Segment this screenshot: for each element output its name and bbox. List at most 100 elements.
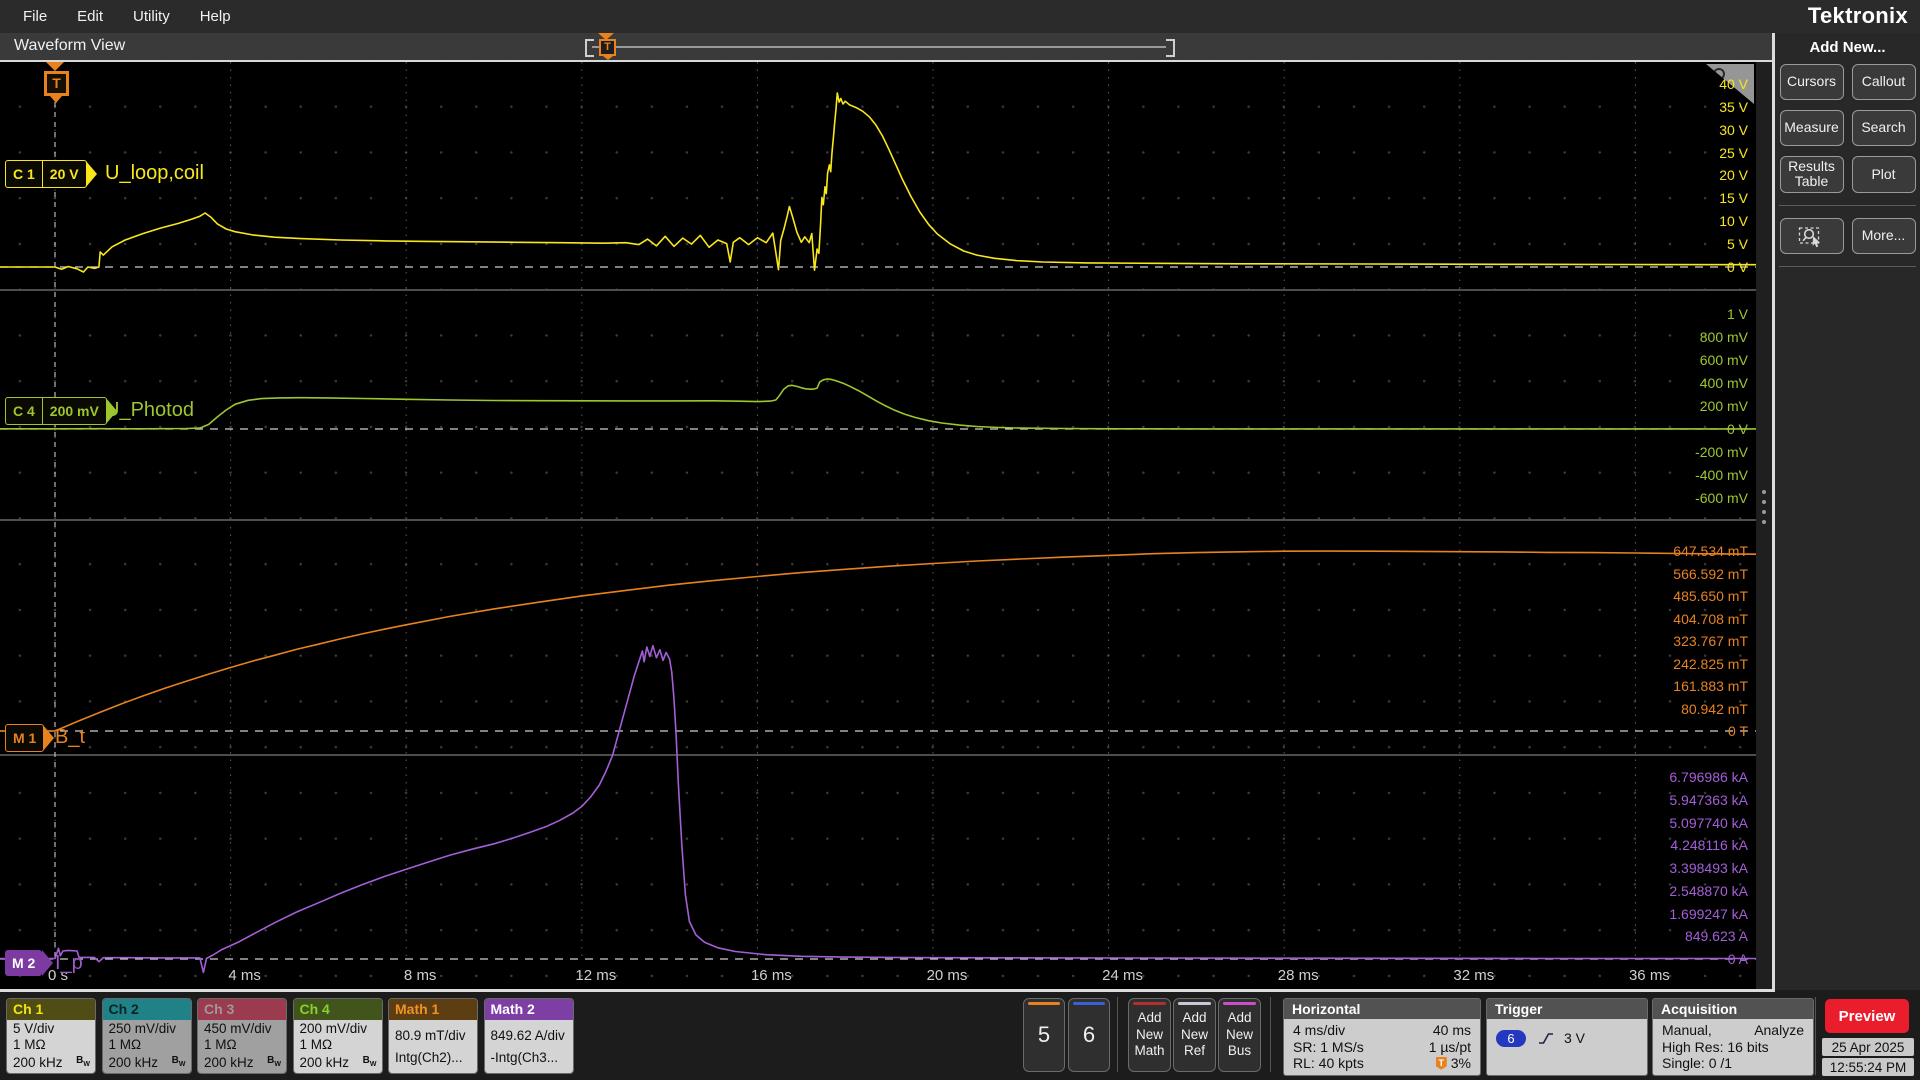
add-new-cursors-button[interactable]: Cursors [1779, 64, 1844, 100]
axis-tick-label: 2.548870 kA [1669, 882, 1748, 899]
channel-flag-id: C 4 [6, 398, 43, 424]
channel-badge-body: 250 mV/div 1 MΩ 200 kHz BW [102, 1020, 191, 1073]
channel-badge-math1[interactable]: Math 1 80.9 mT/div Intg(Ch2)... [388, 998, 478, 1074]
add-new-ref-button[interactable]: Add New Ref [1173, 998, 1216, 1072]
axis-tick-label: 849.623 A [1684, 928, 1748, 945]
axis-tick-label: -600 mV [1695, 490, 1748, 506]
axis-tick-label: 25 V [1719, 144, 1748, 161]
trace-name-label[interactable]: U_Photod [105, 399, 194, 422]
plot-sidebar-splitter[interactable] [1756, 62, 1772, 990]
trace-u-photod [0, 378, 1756, 430]
scope-button-6[interactable]: 6 [1068, 998, 1110, 1072]
scope-button-5[interactable]: 5 [1023, 998, 1065, 1072]
record-overview-right-bracket [1166, 39, 1175, 57]
trigger-flag-icon[interactable]: T [44, 71, 69, 96]
channel-badge-math2[interactable]: Math 2 849.62 A/div -Intg(Ch3... [483, 998, 574, 1074]
axis-tick-label: 242.825 mT [1673, 655, 1748, 672]
axis-tick-label: 3.398493 kA [1669, 860, 1748, 876]
channel-badge-row: 200 kHz [108, 1055, 159, 1070]
axis-tick-label: 1.699247 kA [1669, 905, 1748, 922]
bottombar-separator [1270, 997, 1271, 1072]
axis-tick-label: 0 T [1728, 723, 1748, 739]
channel-badge-row: 200 kHz [204, 1055, 254, 1070]
horizontal-resolution: 1 µs/pt [1428, 1038, 1471, 1055]
axis-tick-label: 30 V [1719, 121, 1748, 138]
add-new-results-table-button[interactable]: Results Table [1779, 156, 1844, 193]
trace-name-label[interactable]: U_loop,coil [105, 162, 204, 185]
axis-tick-label: 404.708 mT [1673, 610, 1748, 627]
bottombar-separator [1117, 997, 1118, 1072]
add-new-math-button[interactable]: Add New Math [1128, 998, 1171, 1072]
channel-badge-title: Math 2 [484, 999, 573, 1020]
add-new-search-button[interactable]: Search [1851, 110, 1916, 146]
channel-badge-row: -Intg(Ch3... [490, 1050, 559, 1066]
add-button-label: Add New Ref [1180, 1009, 1208, 1059]
button-color-stripe [1223, 1002, 1256, 1005]
acquisition-panel[interactable]: Acquisition Manual, Analyze High Res: 16 … [1652, 998, 1814, 1076]
axis-tick-label: 566.592 mT [1673, 565, 1748, 582]
add-new-measure-button[interactable]: Measure [1779, 110, 1844, 146]
record-overview-left-bracket [585, 39, 594, 57]
channel-badge-row: 1 MΩ [13, 1037, 46, 1052]
waveform-view-title: Waveform View [14, 37, 126, 54]
horizontal-panel-title: Horizontal [1284, 999, 1480, 1019]
waveform-traces-svg [0, 62, 1756, 974]
trace-name-label[interactable]: B_t [55, 726, 85, 749]
axis-tick-label: 10 V [1719, 213, 1748, 230]
horizontal-panel[interactable]: Horizontal 4 ms/div 40 ms SR: 1 MS/s 1 µs/… [1283, 998, 1481, 1076]
tektronix-logo: Tektronix [1807, 3, 1908, 28]
menu-bar: File Edit Utility Help Tektronix [0, 0, 1920, 33]
channel-badge-body: 200 mV/div 1 MΩ 200 kHz BW [293, 1020, 382, 1073]
channel-badge-body: 80.9 mT/div Intg(Ch2)... [389, 1020, 477, 1073]
channel-badge-body: 849.62 A/div -Intg(Ch3... [484, 1020, 573, 1073]
acquisition-panel-title: Acquisition [1653, 999, 1813, 1019]
preview-button[interactable]: Preview [1825, 999, 1909, 1033]
tekscope-app: File Edit Utility Help Tektronix Waveform V… [0, 0, 1920, 1080]
menu-item-file[interactable]: File [8, 8, 62, 25]
channel-badge-ch3[interactable]: Ch 3 450 mV/div 1 MΩ 200 kHz BW [197, 998, 287, 1074]
axis-tick-label: 600 mV [1699, 352, 1748, 368]
add-new-callout-button[interactable]: Callout [1851, 64, 1916, 100]
horizontal-panel-body: 4 ms/div 40 ms SR: 1 MS/s 1 µs/pt RL: 40 k… [1284, 1019, 1480, 1075]
channel-badge-ch1[interactable]: Ch 15 V/div 1 MΩ 200 kHz BW [6, 998, 96, 1074]
menu-item-utility[interactable]: Utility [118, 8, 185, 25]
bandwidth-limit-icon: BW [267, 1055, 281, 1068]
axis-tick-label: 80.942 mT [1681, 700, 1748, 717]
channel-badge-ch2[interactable]: Ch 2 250 mV/div 1 MΩ 200 kHz BW [101, 998, 192, 1074]
bottom-bar: Ch 15 V/div 1 MΩ 200 kHz BW Ch 2 250 mV/div 1 … [0, 992, 1920, 1080]
axis-tick-label: 6.796986 kA [1669, 769, 1748, 785]
axis-tick-label: -200 mV [1695, 444, 1748, 460]
horizontal-record-length: RL: 40 kpts [1293, 1055, 1364, 1072]
channel-badge-ch4[interactable]: Ch 4 200 mV/div 1 MΩ 200 kHz BW [292, 998, 383, 1074]
channel-badge-row: 5 V/div [13, 1021, 55, 1036]
time-axis-label: 8 ms [403, 967, 437, 984]
splitter-grip-dot [1762, 490, 1766, 494]
menu-items: File Edit Utility Help [8, 0, 246, 33]
more-button[interactable]: More... [1851, 217, 1916, 254]
horizontal-window: 40 ms [1432, 1021, 1471, 1038]
channel-flag-m2[interactable]: M 2 [5, 950, 54, 976]
rising-edge-icon [1539, 1032, 1553, 1044]
add-button-label: Add New Math [1134, 1009, 1165, 1059]
menu-item-help[interactable]: Help [185, 8, 246, 25]
time-axis-label: 24 ms [1102, 967, 1144, 984]
channel-flag-m1[interactable]: M 1 [5, 724, 55, 752]
channel-flag-c1[interactable]: C 1 20 V [5, 160, 97, 188]
trigger-panel[interactable]: Trigger 6 3 V [1486, 998, 1648, 1076]
button-color-stripe [1028, 1002, 1060, 1005]
trigger-position-marker-stem [603, 56, 613, 60]
time-axis-label: 28 ms [1277, 967, 1319, 984]
add-new-bus-button[interactable]: Add New Bus [1218, 998, 1261, 1072]
menu-item-edit[interactable]: Edit [62, 8, 118, 25]
channel-flag-c4[interactable]: C 4 200 mV [5, 397, 117, 425]
waveform-plot[interactable]: T 40 V 35 V 30 V 25 V 20 V 15 V 10 V 5 V 0 V 1 V 8… [0, 62, 1756, 990]
trace-name-label[interactable]: I_p [55, 952, 83, 975]
axis-tick-label: 323.767 mT [1673, 633, 1748, 650]
add-new-plot-button[interactable]: Plot [1851, 156, 1916, 193]
channel-badge-row: 200 kHz [299, 1055, 350, 1070]
trigger-position-marker[interactable]: T [599, 39, 616, 56]
channel-flag-scale: 200 mV [49, 403, 99, 419]
zoom-selection-tool-button[interactable] [1779, 217, 1844, 254]
splitter-grip-dot [1762, 500, 1766, 504]
axis-tick-label: 15 V [1719, 190, 1748, 207]
